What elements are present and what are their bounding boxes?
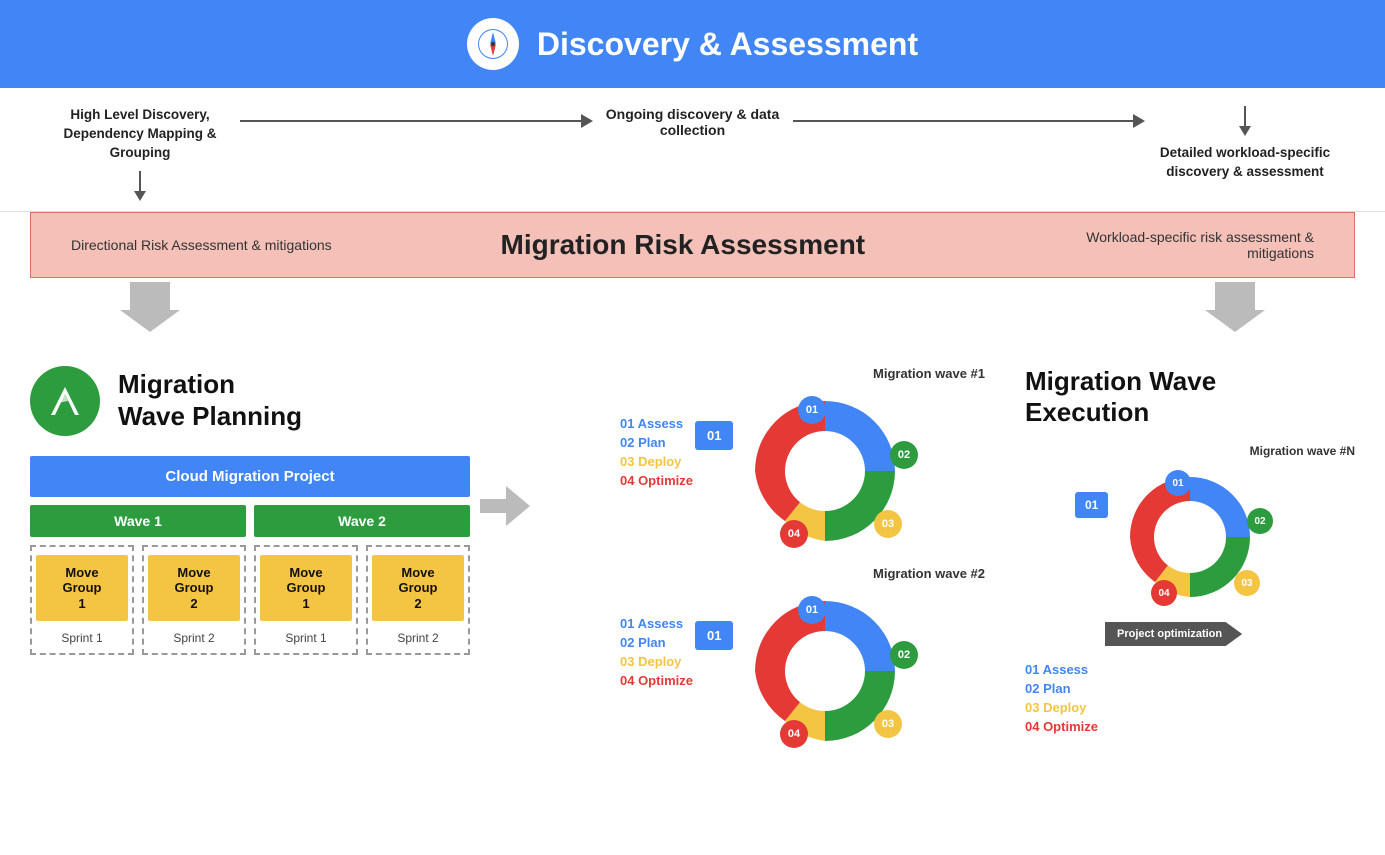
risk-left-text: Directional Risk Assessment & mitigation… [71,237,332,253]
right-section: Migration Wave Execution Migration wave … [995,366,1355,734]
arrow-line-2 [793,114,1146,128]
sprint-label-1: Sprint 1 [61,631,102,645]
legend-01-n: 01 Assess [1025,662,1355,677]
discovery-left: High Level Discovery, Dependency Mapping… [40,106,240,201]
discovery-arrow-right [793,106,1146,128]
num-01-w1: 01 [798,396,826,424]
down-arrow-left [134,191,146,201]
legend-03-2: 03 Deploy [620,654,720,669]
move-group-col-1: MoveGroup1 Sprint 1 [30,545,134,656]
move-group-col-2: MoveGroup2 Sprint 2 [142,545,246,656]
header-bar: Discovery & Assessment [0,0,1385,88]
move-group-col-3: MoveGroup1 Sprint 1 [254,545,358,656]
num-03-w1: 03 [874,510,902,538]
discovery-row: High Level Discovery, Dependency Mapping… [0,88,1385,212]
legend-04-1: 04 Optimize [620,473,720,488]
sprint-label-3: Sprint 1 [285,631,326,645]
donut-wave1: 01 01 02 03 04 [740,386,910,556]
wave1-diagram: Migration wave #1 01 Assess 02 Plan 03 D… [560,366,995,556]
risk-center-title: Migration Risk Assessment [501,229,866,261]
arrow-body-2 [793,120,1134,122]
execution-title: Migration Wave Execution [1025,366,1355,428]
planning-icon [30,366,100,436]
num-03-wn: 03 [1234,570,1260,596]
discovery-middle: Ongoing discovery & data collection [593,106,793,138]
donut-wave-n: 01 01 02 03 04 [1115,462,1265,612]
down-arrow-right [1239,126,1251,136]
num-03-w2: 03 [874,710,902,738]
sprint-label-4: Sprint 2 [397,631,438,645]
risk-assessment-banner: Directional Risk Assessment & mitigation… [30,212,1355,278]
wave-n-area: Migration wave #N 01 01 02 03 04 [1025,444,1355,734]
blue-tab-01-w2: 01 [695,621,733,650]
legend-03-n: 03 Deploy [1025,700,1355,715]
move-group-box-4: MoveGroup2 [372,555,464,622]
wave2-box: Wave 2 [254,505,470,537]
num-01-wn: 01 [1165,470,1191,496]
arrow-line-1 [240,114,593,128]
move-group-col-4: MoveGroup2 Sprint 2 [366,545,470,656]
main-content: Migration Wave Planning Cloud Migration … [0,336,1385,786]
page-title: Discovery & Assessment [537,26,918,63]
risk-right-text: Workload-specific risk assessment & miti… [1034,229,1314,261]
arrow-body-1 [240,120,581,122]
cloud-project-bar: Cloud Migration Project [30,456,470,497]
blue-tab-01-wn: 01 [1075,492,1108,518]
move-group-box-1: MoveGroup1 [36,555,128,622]
arrow-head-1 [581,114,593,128]
middle-section: Migration wave #1 01 Assess 02 Plan 03 D… [540,366,995,766]
num-02-w2: 02 [890,641,918,669]
waves-row: Wave 1 Wave 2 [30,505,470,537]
wave1-box: Wave 1 [30,505,246,537]
move-group-box-2: MoveGroup2 [148,555,240,622]
num-02-w1: 02 [890,441,918,469]
wave1-label: Migration wave #1 [873,366,985,381]
compass-icon [477,28,509,60]
fat-arrow-right [480,486,530,526]
big-arrow-left [120,282,180,332]
section-arrow-1 [480,366,530,526]
header-icon-circle [467,18,519,70]
legend-col-n: 01 Assess 02 Plan 03 Deploy 04 Optimize [1025,646,1355,734]
blue-tab-01: 01 [695,421,733,450]
discovery-right: Detailed workload-specific discovery & a… [1145,106,1345,182]
donut-wave2: 01 01 02 03 04 [740,586,910,756]
legend-04-n: 04 Optimize [1025,719,1355,734]
discovery-arrow-middle [240,106,593,128]
big-arrows-row [0,282,1385,332]
wave-n-label: Migration wave #N [1025,444,1355,458]
legend-04-2: 04 Optimize [620,673,720,688]
planning-title: Migration Wave Planning [118,369,302,431]
wave2-label: Migration wave #2 [873,566,985,581]
v-line-left [139,171,141,191]
num-01-w2: 01 [798,596,826,624]
big-arrow-right [1205,282,1265,332]
num-04-w2: 04 [780,720,808,748]
arrow-head-2 [1133,114,1145,128]
v-line-right [1244,106,1246,126]
num-04-wn: 04 [1151,580,1177,606]
project-opt-container: Project optimization [1105,622,1355,646]
move-group-box-3: MoveGroup1 [260,555,352,622]
legend-03-1: 03 Deploy [620,454,720,469]
mountain-icon [43,379,87,423]
num-02-wn: 02 [1247,508,1273,534]
planning-header: Migration Wave Planning [30,366,470,436]
left-section: Migration Wave Planning Cloud Migration … [30,366,470,656]
sprint-label-2: Sprint 2 [173,631,214,645]
legend-02-n: 02 Plan [1025,681,1355,696]
move-groups-row: MoveGroup1 Sprint 1 MoveGroup2 Sprint 2 … [30,545,470,656]
wave2-diagram: Migration wave #2 01 Assess 02 Plan 03 D… [560,566,995,756]
num-04-w1: 04 [780,520,808,548]
project-opt-badge: Project optimization [1105,622,1242,646]
